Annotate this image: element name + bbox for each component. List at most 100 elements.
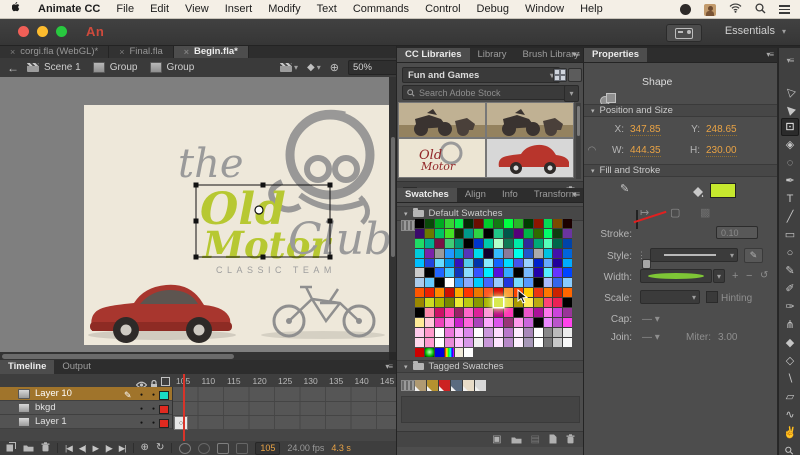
play-button[interactable]: ▶: [93, 444, 99, 453]
swatch[interactable]: [474, 219, 483, 228]
stage-vertical-scrollbar[interactable]: [389, 77, 396, 352]
pen-tool-icon[interactable]: ✒: [781, 172, 799, 190]
tagged-swatch[interactable]: [415, 380, 426, 391]
library-scrollbar[interactable]: [576, 103, 581, 179]
center-frame-button[interactable]: ⊕: [141, 443, 149, 453]
swatch[interactable]: [524, 298, 533, 307]
add-width-profile-icon[interactable]: +: [732, 270, 738, 282]
swatch[interactable]: [455, 278, 464, 287]
line-tool-icon[interactable]: ╱: [781, 208, 799, 226]
swatch[interactable]: [534, 318, 543, 327]
swatch[interactable]: [484, 338, 493, 347]
menu-item-text[interactable]: Text: [317, 3, 337, 15]
swatch[interactable]: [435, 318, 444, 327]
playhead[interactable]: [183, 374, 185, 441]
swatch[interactable]: [514, 239, 523, 248]
swatch[interactable]: [464, 348, 473, 357]
frames-grid[interactable]: [172, 387, 397, 429]
swatch[interactable]: [415, 328, 424, 337]
swatch[interactable]: [504, 229, 513, 238]
swatch-grid-view-icon[interactable]: [401, 220, 416, 231]
swatch[interactable]: [425, 338, 434, 347]
swatch[interactable]: [524, 288, 533, 297]
new-swatch-icon[interactable]: [549, 431, 557, 449]
swatch[interactable]: [455, 239, 464, 248]
swatch[interactable]: [544, 239, 553, 248]
search-filter-dropdown[interactable]: ▾: [564, 85, 579, 102]
swatch[interactable]: [425, 219, 434, 228]
swatch[interactable]: [435, 338, 444, 347]
swatch[interactable]: [534, 268, 543, 277]
swatch[interactable]: [464, 308, 473, 317]
menu-item-debug[interactable]: Debug: [477, 3, 509, 15]
layer-outline-color-chip[interactable]: [159, 405, 169, 414]
library-item-motorcycles-photo[interactable]: [487, 103, 573, 137]
layer-outline-color-chip[interactable]: [159, 419, 169, 428]
edit-scene-button[interactable]: ▾: [280, 63, 298, 72]
zoom-tool-icon[interactable]: ⚲: [781, 442, 799, 455]
cap-select[interactable]: — ▾: [642, 314, 660, 325]
panel-menu-icon[interactable]: ▾≡: [787, 56, 794, 65]
swatch[interactable]: [435, 239, 444, 248]
menu-item-edit[interactable]: Edit: [150, 3, 169, 15]
modify-markers-button[interactable]: [236, 443, 248, 454]
minimize-window-button[interactable]: [37, 26, 48, 37]
hand-tool-icon[interactable]: ✌: [781, 424, 799, 442]
swatch[interactable]: [524, 268, 533, 277]
swatch[interactable]: [504, 239, 513, 248]
frame-ruler[interactable]: 105110115120125130135140145: [172, 374, 396, 387]
swatch[interactable]: [425, 308, 434, 317]
elapsed-time-value[interactable]: 4.3 s: [331, 443, 351, 453]
swatch[interactable]: [435, 298, 444, 307]
swatch[interactable]: [415, 288, 424, 297]
library-item-motor-club-logo[interactable]: OldMotor: [399, 139, 485, 177]
swatch[interactable]: [415, 259, 424, 268]
logo-word-the[interactable]: the: [178, 141, 244, 187]
timeline-tab-timeline[interactable]: Timeline: [0, 360, 54, 374]
new-folder-button[interactable]: [23, 439, 34, 455]
swatch[interactable]: [464, 229, 473, 238]
menu-item-insert[interactable]: Insert: [225, 3, 253, 15]
notification-center-icon[interactable]: [779, 5, 790, 14]
onion-skin-button[interactable]: [179, 443, 191, 454]
swatch[interactable]: [425, 318, 434, 327]
h-value[interactable]: 230.00: [706, 145, 737, 157]
panel-menu-icon[interactable]: ▾≡: [572, 190, 579, 199]
swatch[interactable]: [464, 318, 473, 327]
oval-tool-icon[interactable]: ○: [781, 244, 799, 262]
breadcrumb-group-2[interactable]: Group: [150, 62, 195, 73]
swatch[interactable]: [514, 249, 523, 258]
swatch[interactable]: [484, 278, 493, 287]
swatch[interactable]: [425, 239, 434, 248]
swatch[interactable]: [445, 268, 454, 277]
swatch[interactable]: [563, 328, 572, 337]
swatch[interactable]: [464, 219, 473, 228]
swatch[interactable]: [445, 239, 454, 248]
timeline-tab-output[interactable]: Output: [54, 360, 99, 374]
swatch[interactable]: [514, 229, 523, 238]
swatch[interactable]: [553, 338, 562, 347]
paint-brush-tool-icon[interactable]: ✐: [781, 280, 799, 298]
document-tab-corgi-fla-webgl-[interactable]: ×corgi.fla (WebGL)*: [0, 45, 109, 58]
swatch[interactable]: [563, 288, 572, 297]
swatch[interactable]: [425, 298, 434, 307]
swatch[interactable]: [455, 318, 464, 327]
width-profile-caret[interactable]: ▾: [713, 269, 725, 283]
outline-all-layers-icon[interactable]: [161, 377, 170, 386]
swatch[interactable]: [445, 298, 454, 307]
swatch[interactable]: [534, 229, 543, 238]
edit-symbols-button[interactable]: ◆▾: [307, 62, 321, 73]
swatch[interactable]: [553, 288, 562, 297]
swatch[interactable]: [484, 219, 493, 228]
menu-item-commands[interactable]: Commands: [353, 3, 409, 15]
swatch[interactable]: [544, 308, 553, 317]
swatch[interactable]: [415, 308, 424, 317]
panel-menu-icon[interactable]: ▾≡: [766, 50, 773, 59]
cclib-tab-cc-libraries[interactable]: CC Libraries: [397, 48, 470, 62]
swatch[interactable]: [435, 249, 444, 258]
library-item-motorcycles-photo[interactable]: [399, 103, 485, 137]
panel-divider[interactable]: [583, 45, 584, 455]
current-frame-field[interactable]: 105: [255, 442, 280, 455]
swatch[interactable]: [544, 278, 553, 287]
swap-colors-icon[interactable]: ↦: [640, 206, 649, 219]
